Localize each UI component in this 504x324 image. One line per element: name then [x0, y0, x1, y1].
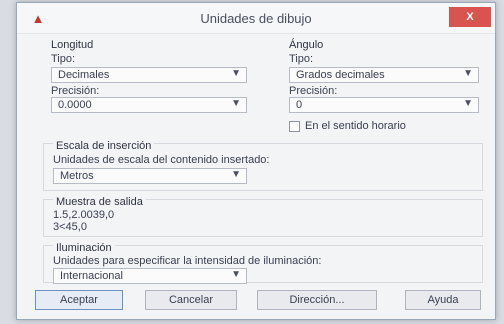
- angle-type-select[interactable]: Grados decimales ▼: [289, 67, 479, 83]
- angle-precision-value: 0: [296, 99, 303, 111]
- angle-precision-select[interactable]: 0 ▼: [289, 97, 479, 113]
- title-bar: ▲ Unidades de dibujo X: [17, 3, 495, 34]
- length-type-select[interactable]: Decimales ▼: [51, 67, 247, 83]
- help-button[interactable]: Ayuda: [405, 290, 481, 310]
- insertion-desc: Unidades de escala del contenido inserta…: [53, 154, 270, 166]
- insertion-units-value: Metros: [60, 170, 94, 182]
- lighting-heading: Iluminación: [53, 242, 115, 254]
- length-type-label: Tipo:: [51, 53, 76, 65]
- length-precision-label: Precisión:: [51, 85, 100, 97]
- angle-precision-label: Precisión:: [289, 85, 338, 97]
- chevron-down-icon: ▼: [231, 98, 241, 109]
- length-precision-select[interactable]: 0.0000 ▼: [51, 97, 247, 113]
- chevron-down-icon: ▼: [463, 68, 473, 79]
- direction-button[interactable]: Dirección...: [257, 290, 377, 310]
- lighting-units-select[interactable]: Internacional ▼: [53, 268, 247, 284]
- dialog-title: Unidades de dibujo: [200, 11, 312, 26]
- ok-button[interactable]: Aceptar: [35, 290, 123, 310]
- angle-type-label: Tipo:: [289, 53, 314, 65]
- chevron-down-icon: ▼: [231, 269, 241, 280]
- chevron-down-icon: ▼: [231, 68, 241, 79]
- length-type-value: Decimales: [58, 69, 110, 81]
- drawing-units-dialog: ▲ Unidades de dibujo X Longitud Tipo: De…: [16, 2, 496, 320]
- clockwise-checkbox[interactable]: [289, 121, 300, 132]
- chevron-down-icon: ▼: [463, 98, 473, 109]
- length-precision-value: 0.0000: [58, 99, 92, 111]
- insertion-heading: Escala de inserción: [53, 140, 155, 152]
- cancel-button[interactable]: Cancelar: [145, 290, 237, 310]
- close-button[interactable]: X: [449, 7, 491, 27]
- lighting-desc: Unidades para especificar la intensidad …: [53, 255, 322, 267]
- sample-line-2: 3<45,0: [53, 221, 87, 233]
- chevron-down-icon: ▼: [231, 169, 241, 180]
- angle-heading: Ángulo: [289, 39, 324, 51]
- insertion-units-select[interactable]: Metros ▼: [53, 168, 247, 184]
- clockwise-label[interactable]: En el sentido horario: [305, 120, 406, 132]
- angle-type-value: Grados decimales: [296, 69, 385, 81]
- sample-heading: Muestra de salida: [53, 196, 146, 208]
- lighting-units-value: Internacional: [60, 270, 123, 282]
- sample-line-1: 1.5,2.0039,0: [53, 209, 115, 221]
- length-heading: Longitud: [51, 39, 94, 51]
